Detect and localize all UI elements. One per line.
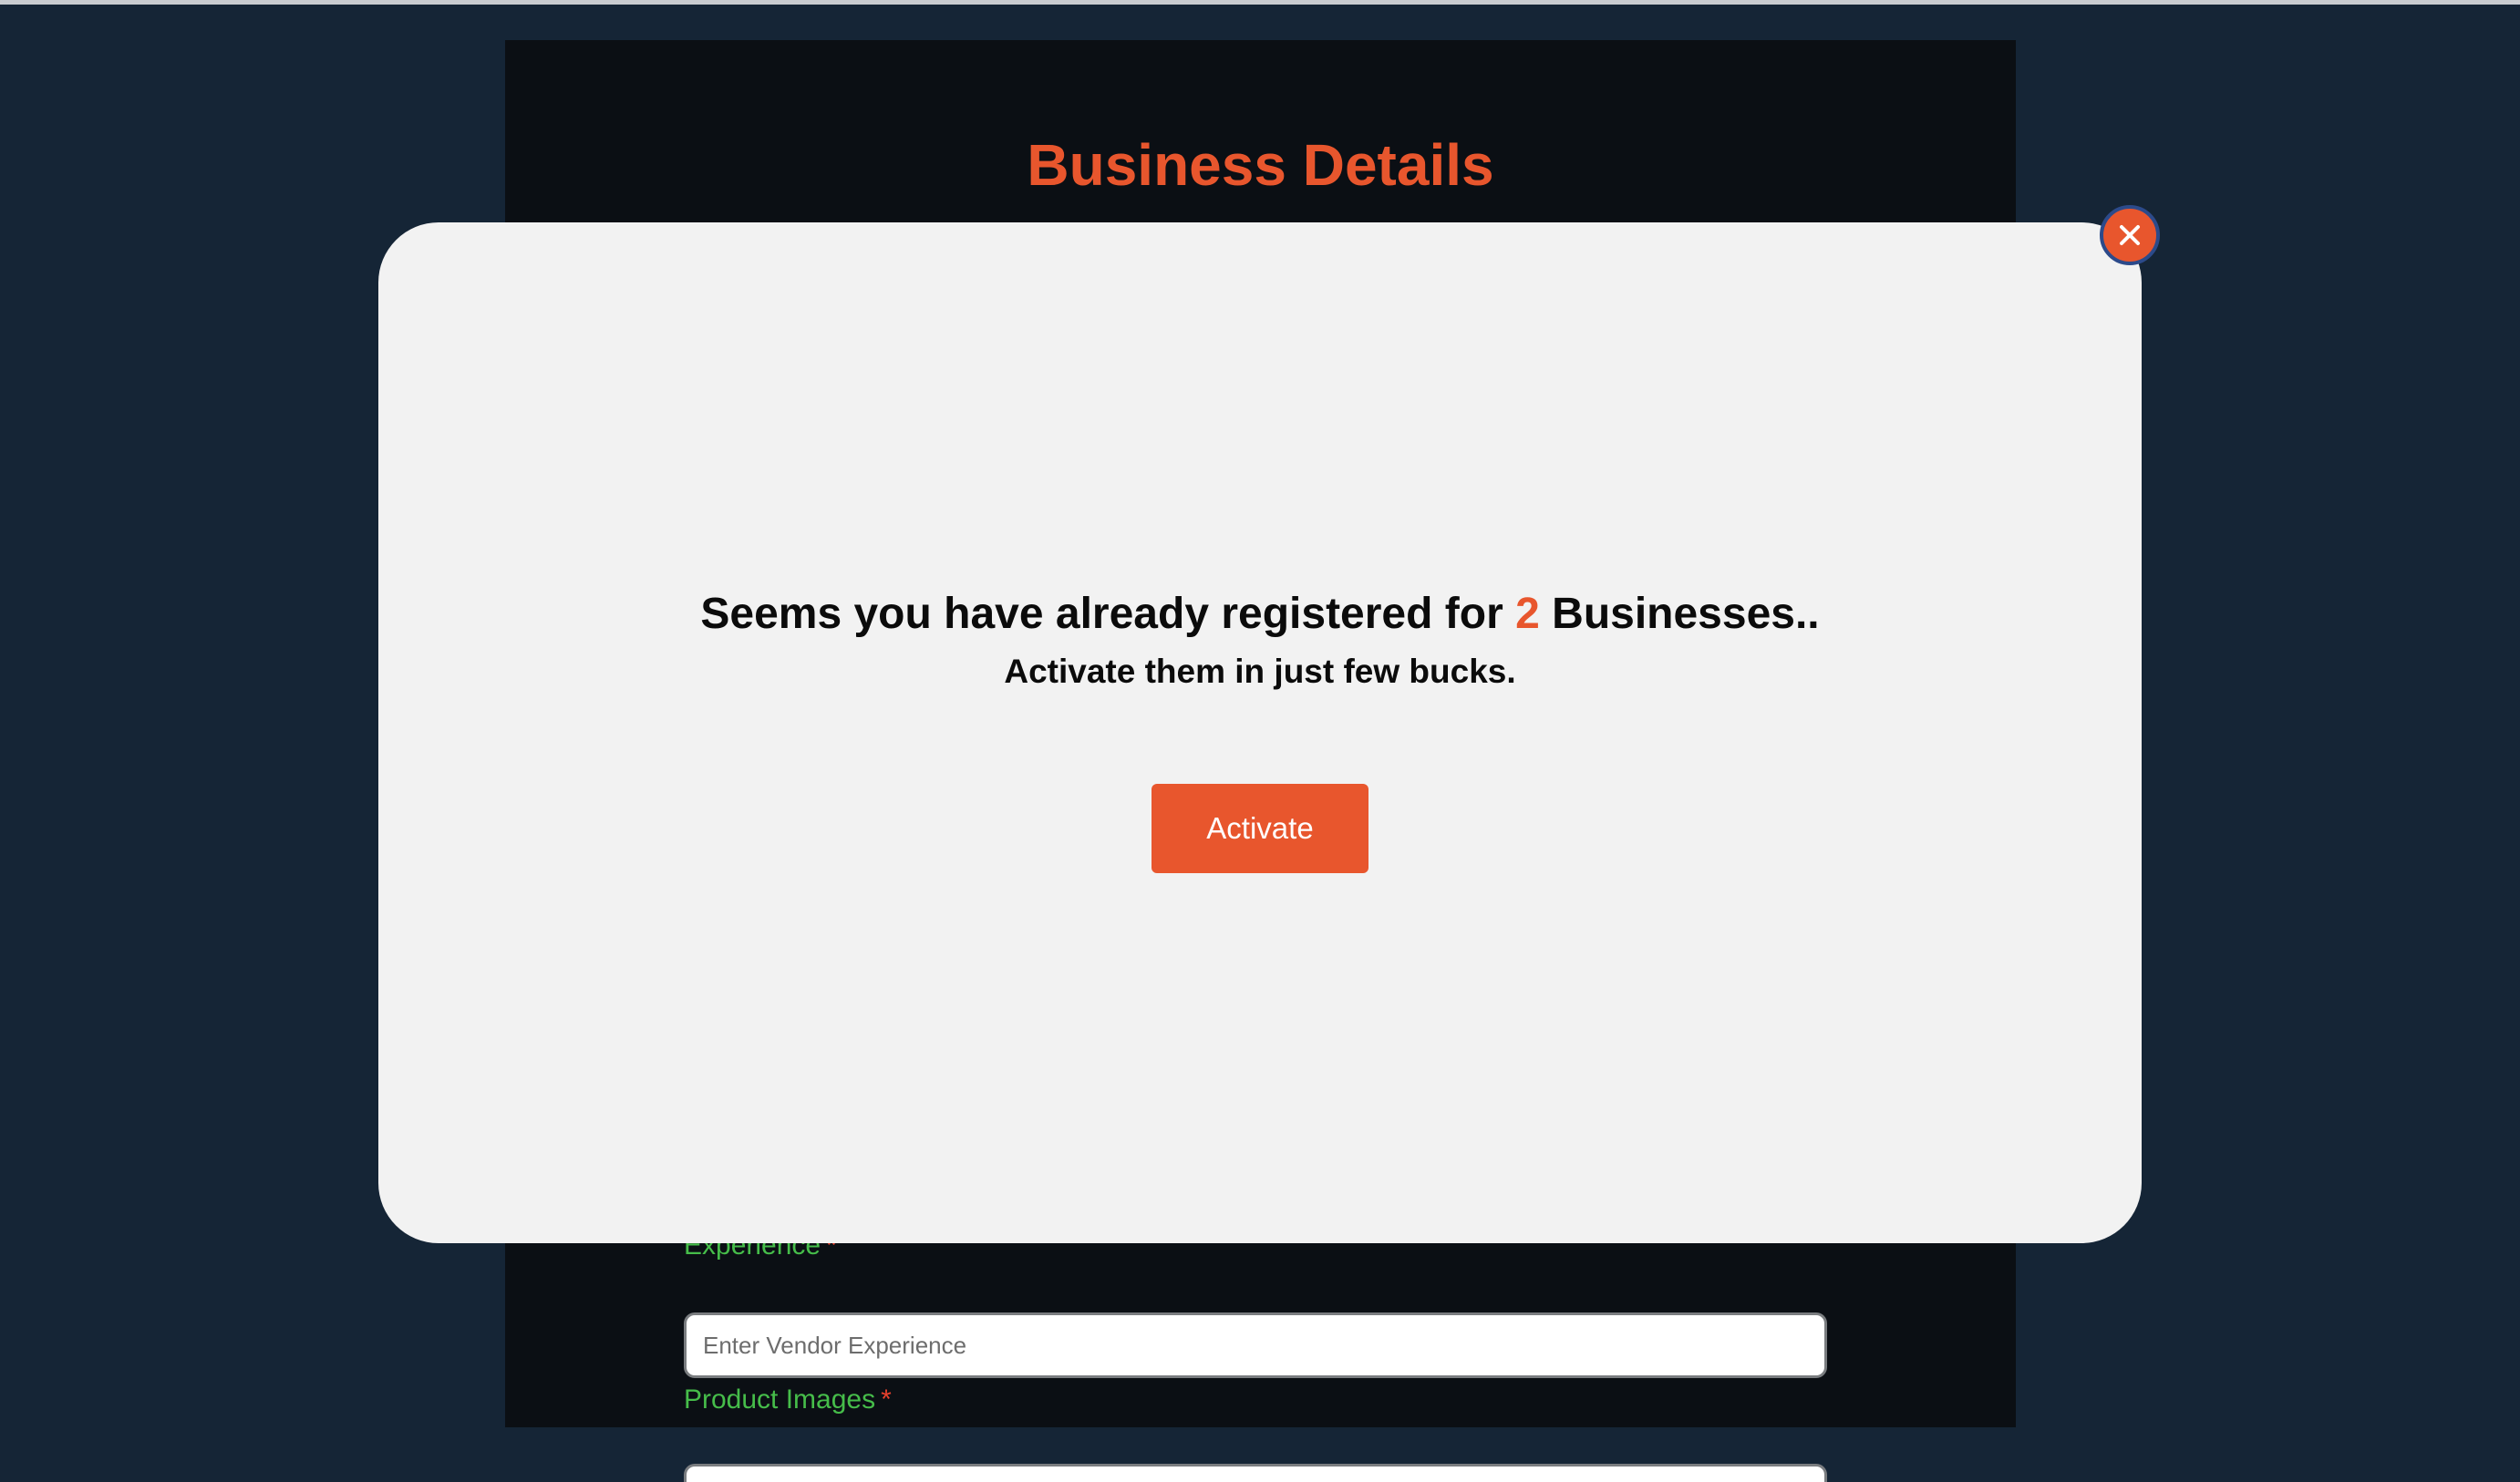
product-images-input[interactable] (684, 1464, 1827, 1482)
close-icon (2120, 225, 2140, 245)
modal-heading-suffix: Businesses.. (1539, 590, 1820, 638)
product-images-label: Product Images * (684, 1384, 892, 1415)
modal-heading-prefix: Seems you have already registered for (700, 590, 1516, 638)
required-asterisk: * (881, 1384, 892, 1415)
close-modal-button[interactable] (2100, 205, 2160, 265)
activation-modal: Seems you have already registered for 2 … (378, 222, 2142, 1243)
modal-subheading: Activate them in just few bucks. (1004, 653, 1516, 690)
page-title: Business Details (1027, 132, 1494, 198)
experience-input[interactable] (684, 1312, 1827, 1378)
product-images-label-text: Product Images (684, 1384, 876, 1415)
business-count: 2 (1515, 590, 1540, 638)
modal-heading: Seems you have already registered for 2 … (378, 589, 2142, 639)
window-top-border (0, 0, 2520, 5)
activate-button[interactable]: Activate (1152, 784, 1368, 873)
